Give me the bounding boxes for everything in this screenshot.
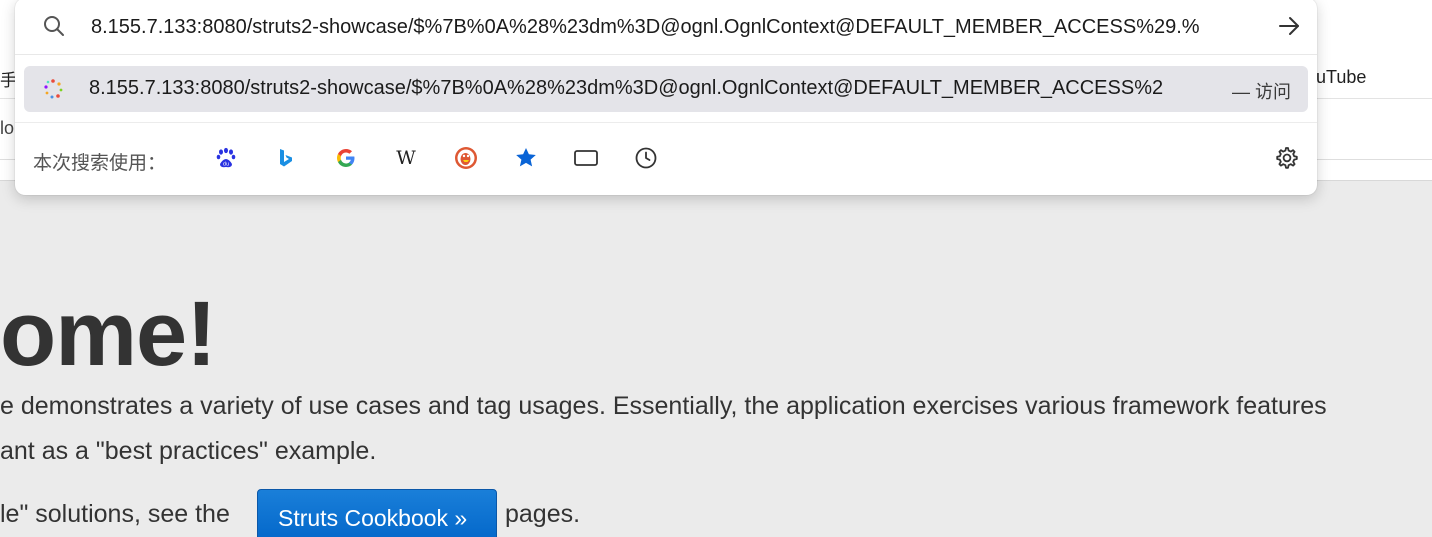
wikipedia-icon[interactable]: W bbox=[393, 145, 419, 171]
gear-icon[interactable] bbox=[1273, 145, 1299, 171]
address-bar bbox=[15, 0, 1317, 55]
tab-icon[interactable] bbox=[573, 145, 599, 171]
address-bar-dropdown: 8.155.7.133:8080/struts2-showcase/$%7B%0… bbox=[15, 0, 1317, 195]
star-icon[interactable] bbox=[513, 145, 539, 171]
arrow-right-icon[interactable] bbox=[1275, 12, 1303, 40]
page-title: ome! bbox=[0, 283, 217, 385]
suggestion-item[interactable]: 8.155.7.133:8080/struts2-showcase/$%7B%0… bbox=[24, 66, 1308, 112]
clock-icon[interactable] bbox=[633, 145, 659, 171]
browser-window: 手 ouTube lo ome! e demonstrates a variet… bbox=[0, 0, 1432, 537]
suggestion-url: 8.155.7.133:8080/struts2-showcase/$%7B%0… bbox=[89, 77, 1164, 99]
intro-text-suffix: pages. bbox=[505, 500, 581, 528]
navbar-item[interactable]: lo bbox=[0, 118, 14, 139]
svg-text:du: du bbox=[223, 162, 229, 168]
search-icon bbox=[44, 16, 64, 36]
intro-text-line-1: e demonstrates a variety of use cases an… bbox=[0, 392, 1327, 420]
google-icon[interactable] bbox=[333, 145, 359, 171]
duckduckgo-icon[interactable] bbox=[453, 145, 479, 171]
bing-icon[interactable] bbox=[273, 145, 299, 171]
url-input[interactable] bbox=[89, 12, 1273, 42]
search-engines-label: 本次搜索使用： bbox=[33, 153, 167, 174]
baidu-icon[interactable]: du bbox=[213, 145, 239, 171]
struts-cookbook-button[interactable]: Struts Cookbook » bbox=[257, 489, 497, 537]
suggestion-action-label: — 访问 bbox=[1232, 82, 1292, 102]
divider bbox=[15, 122, 1317, 123]
site-favicon-icon bbox=[44, 79, 63, 99]
intro-text-line-3: le" solutions, see the bbox=[0, 500, 230, 528]
intro-text-line-2: ant as a "best practices" example. bbox=[0, 437, 377, 465]
